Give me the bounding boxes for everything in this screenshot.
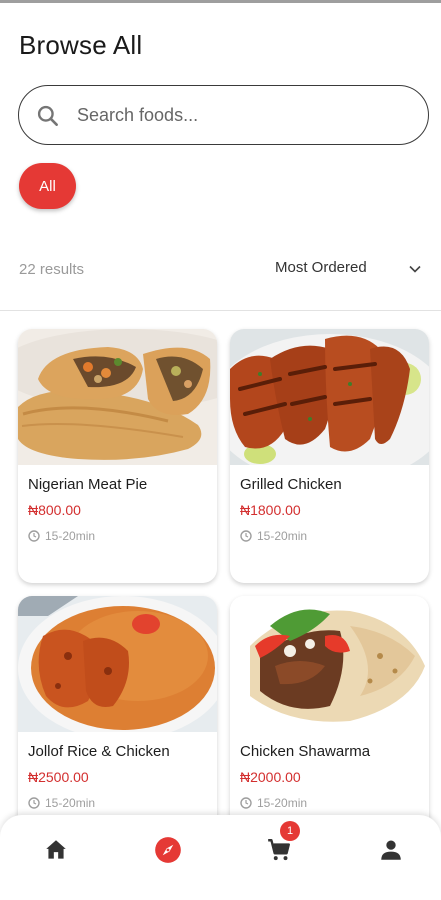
search-bar[interactable]	[18, 85, 429, 145]
product-price: ₦2500.00	[28, 769, 89, 785]
product-price: ₦800.00	[28, 502, 81, 518]
clock-icon	[28, 797, 40, 809]
prep-time: 15-20min	[28, 796, 95, 810]
clock-icon	[240, 530, 252, 542]
chevron-down-icon	[409, 265, 421, 273]
prep-time-label: 15-20min	[257, 796, 308, 810]
bottom-navigation: 1	[0, 815, 441, 900]
prep-time: 15-20min	[240, 529, 307, 543]
jollof-rice-image	[18, 596, 217, 732]
results-count: 22 results	[19, 261, 85, 278]
clock-icon	[240, 797, 252, 809]
grilled-chicken-image	[230, 329, 429, 465]
cart-badge: 1	[280, 821, 300, 841]
product-price: ₦1800.00	[240, 502, 301, 518]
home-icon	[46, 840, 66, 859]
meat-pie-image	[18, 329, 217, 465]
status-bar-line	[0, 0, 441, 3]
divider	[0, 310, 441, 311]
page-title: Browse All	[19, 30, 143, 60]
nav-cart[interactable]: 1	[264, 821, 300, 865]
sort-label: Most Ordered	[275, 259, 367, 276]
product-card[interactable]: Grilled Chicken ₦1800.00 15-20min	[230, 329, 429, 583]
product-card[interactable]: Chicken Shawarma ₦2000.00 15-20min	[230, 596, 429, 850]
nav-profile[interactable]	[376, 835, 406, 865]
search-input[interactable]	[77, 98, 407, 132]
shawarma-image	[230, 596, 429, 732]
product-name: Chicken Shawarma	[240, 743, 371, 760]
product-name: Grilled Chicken	[240, 476, 342, 493]
product-name: Nigerian Meat Pie	[28, 476, 148, 493]
filter-chip-all[interactable]: All	[19, 163, 76, 209]
product-card[interactable]: Nigerian Meat Pie ₦800.00 15-20min	[18, 329, 217, 583]
search-icon	[37, 105, 58, 126]
prep-time-label: 15-20min	[257, 529, 308, 543]
compass-icon	[155, 837, 181, 863]
product-card[interactable]: Jollof Rice & Chicken ₦2500.00 15-20min	[18, 596, 217, 850]
sort-dropdown[interactable]: Most Ordered	[275, 259, 421, 276]
prep-time-label: 15-20min	[45, 796, 96, 810]
product-price: ₦2000.00	[240, 769, 301, 785]
clock-icon	[28, 530, 40, 542]
prep-time: 15-20min	[28, 529, 95, 543]
product-name: Jollof Rice & Chicken	[28, 743, 170, 760]
prep-time: 15-20min	[240, 796, 307, 810]
person-icon	[381, 840, 401, 860]
nav-browse[interactable]	[153, 835, 183, 865]
prep-time-label: 15-20min	[45, 529, 96, 543]
nav-home[interactable]	[41, 835, 71, 865]
